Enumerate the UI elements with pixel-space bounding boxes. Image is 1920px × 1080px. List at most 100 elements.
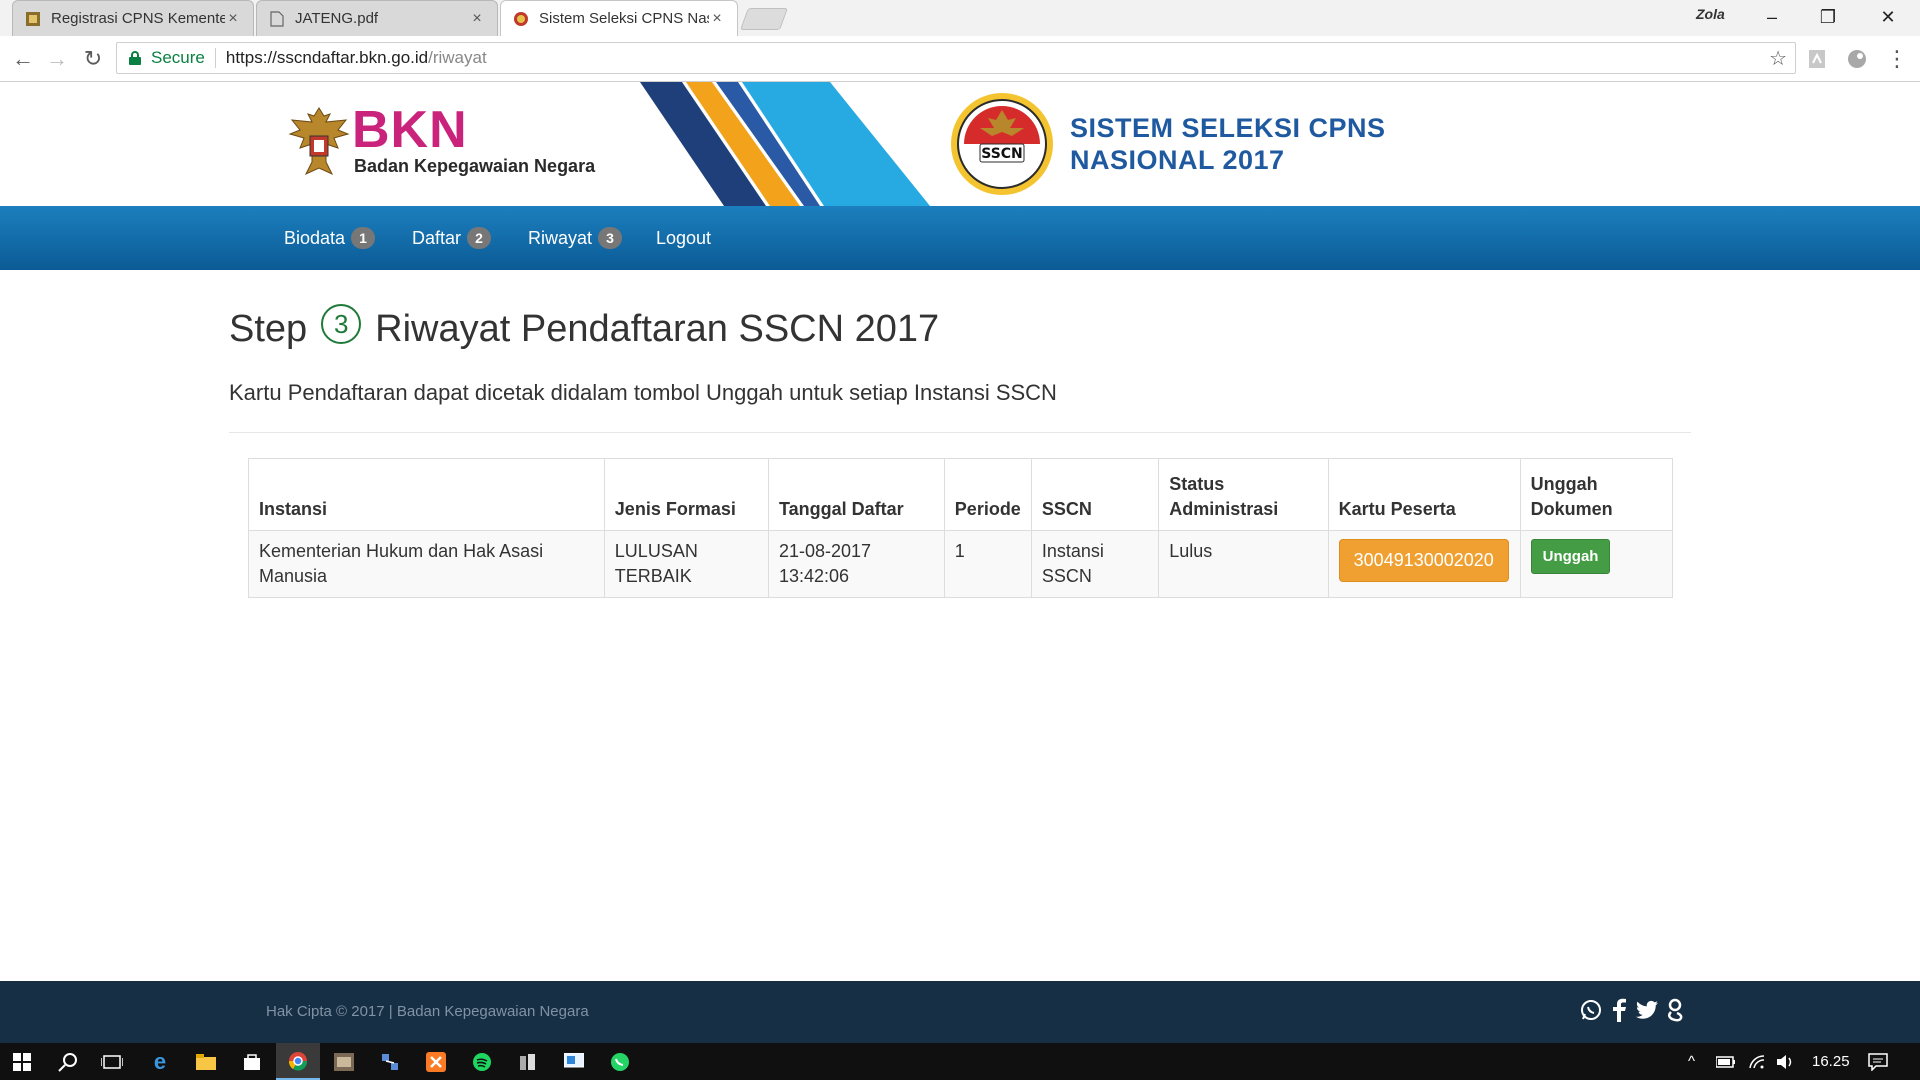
cell-sscn: Instansi SSCN bbox=[1030, 530, 1160, 598]
network-app-icon[interactable] bbox=[368, 1043, 412, 1080]
new-tab-button[interactable] bbox=[739, 8, 789, 30]
nav-item-riwayat[interactable]: Riwayat 3 bbox=[528, 206, 623, 270]
cell-tanggal-daftar: 21-08-2017 13:42:06 bbox=[767, 530, 945, 598]
app-window-icon[interactable] bbox=[322, 1043, 366, 1080]
cell-unggah: Unggah bbox=[1519, 530, 1674, 598]
forward-arrow-icon[interactable]: → bbox=[42, 44, 72, 74]
decorative-stripes-icon bbox=[640, 82, 930, 206]
tab-title: JATENG.pdf bbox=[295, 10, 379, 27]
column-header-periode: Periode bbox=[943, 458, 1032, 531]
wifi-icon[interactable] bbox=[1748, 1043, 1766, 1080]
secure-label: Secure bbox=[151, 48, 205, 67]
step-badge: 1 bbox=[351, 227, 376, 249]
tab-title: Registrasi CPNS Kementerian Hukum bbox=[51, 10, 225, 27]
task-view-icon[interactable] bbox=[90, 1043, 134, 1080]
browser-tab-sscn[interactable]: Sistem Seleksi CPNS Nasional × bbox=[500, 0, 738, 36]
page-title-text: Riwayat Pendaftaran SSCN 2017 bbox=[375, 307, 940, 350]
url-path: /riwayat bbox=[428, 48, 487, 67]
column-header-unggah-dokumen: Unggah Dokumen bbox=[1519, 458, 1674, 531]
xampp-icon[interactable] bbox=[414, 1043, 458, 1080]
pdf-extension-icon[interactable] bbox=[1806, 48, 1828, 70]
bkn-subtitle: Badan Kepegawaian Negara bbox=[354, 156, 596, 176]
site-footer: Hak Cipta © 2017 | Badan Kepegawaian Neg… bbox=[0, 981, 1920, 1043]
browser-toolbar: ← → ↻ Secure https://sscndaftar.bkn.go.i… bbox=[0, 36, 1920, 82]
column-header-sscn: SSCN bbox=[1030, 458, 1160, 531]
spotify-icon[interactable] bbox=[460, 1043, 504, 1080]
tab-close-icon[interactable]: × bbox=[469, 10, 485, 28]
column-header-kartu-peserta: Kartu Peserta bbox=[1327, 458, 1521, 531]
sscn-title-line2: NASIONAL 2017 bbox=[1070, 145, 1285, 175]
social-links bbox=[1580, 995, 1686, 1025]
cell-instansi: Kementerian Hukum dan Hak Asasi Manusia bbox=[248, 530, 605, 598]
windows-start-icon[interactable] bbox=[0, 1043, 44, 1080]
browser-tab-jateng-pdf[interactable]: JATENG.pdf × bbox=[256, 0, 498, 36]
garuda-favicon-icon bbox=[25, 11, 41, 27]
volume-icon[interactable] bbox=[1776, 1043, 1794, 1080]
nav-item-biodata[interactable]: Biodata 1 bbox=[284, 206, 376, 270]
nav-item-logout[interactable]: Logout bbox=[656, 206, 711, 270]
nav-item-label: Logout bbox=[656, 227, 712, 248]
garuda-pancasila-logo-icon bbox=[288, 107, 350, 176]
column-header-status-administrasi: Status Administrasi bbox=[1158, 458, 1329, 531]
browser-tab-registrasi[interactable]: Registrasi CPNS Kementerian Hukum × bbox=[12, 0, 254, 36]
bookmark-star-icon[interactable]: ☆ bbox=[1769, 46, 1787, 71]
tab-title: Sistem Seleksi CPNS Nasional bbox=[539, 10, 709, 27]
search-icon[interactable] bbox=[46, 1043, 90, 1080]
windows-taskbar: e ^ 16.25 bbox=[0, 1043, 1920, 1080]
file-explorer-icon[interactable] bbox=[184, 1043, 228, 1080]
facebook-icon[interactable] bbox=[1608, 995, 1630, 1025]
extension-icon[interactable] bbox=[1846, 48, 1868, 70]
unggah-button[interactable]: Unggah bbox=[1530, 539, 1611, 574]
reload-icon[interactable]: ↻ bbox=[78, 44, 108, 74]
seal-text: SSCN bbox=[981, 146, 1023, 162]
cell-periode: 1 bbox=[943, 530, 1032, 598]
app-monitor-icon[interactable] bbox=[552, 1043, 596, 1080]
browser-user-name[interactable]: Zola bbox=[1696, 6, 1725, 22]
browser-tab-strip: Registrasi CPNS Kementerian Hukum × JATE… bbox=[0, 0, 1920, 36]
copyright-text: Hak Cipta © 2017 | Badan Kepegawaian Neg… bbox=[266, 1003, 589, 1020]
back-arrow-icon[interactable]: ← bbox=[8, 44, 38, 74]
lock-icon bbox=[129, 51, 141, 65]
browser-menu-icon[interactable]: ⋮ bbox=[1886, 46, 1908, 71]
sscn-title-line1: SISTEM SELEKSI CPNS bbox=[1070, 113, 1386, 143]
google-plus-icon[interactable] bbox=[1664, 995, 1686, 1025]
twitter-icon[interactable] bbox=[1636, 995, 1658, 1025]
url-host: https://sscndaftar.bkn.go.id bbox=[225, 48, 429, 67]
nav-item-label: Riwayat bbox=[528, 227, 593, 248]
chrome-icon[interactable] bbox=[276, 1043, 320, 1080]
kartu-peserta-button[interactable]: 30049130002020 bbox=[1338, 539, 1509, 582]
system-clock[interactable]: 16.25 bbox=[1812, 1043, 1850, 1080]
tab-close-icon[interactable]: × bbox=[709, 10, 725, 28]
table-header-row: Instansi Jenis Formasi Tanggal Daftar Pe… bbox=[248, 458, 1674, 531]
sscn-title: SISTEM SELEKSI CPNS NASIONAL 2017 bbox=[1070, 112, 1386, 176]
address-bar[interactable]: Secure https://sscndaftar.bkn.go.id/riwa… bbox=[116, 42, 1796, 74]
column-header-tanggal-daftar: Tanggal Daftar bbox=[767, 458, 945, 531]
tab-close-icon[interactable]: × bbox=[225, 10, 241, 28]
show-hidden-icons-chevron-icon[interactable]: ^ bbox=[1688, 1043, 1695, 1080]
divider bbox=[229, 432, 1691, 433]
table-row: Kementerian Hukum dan Hak Asasi Manusia … bbox=[248, 530, 1674, 598]
nav-item-label: Daftar bbox=[412, 227, 462, 248]
sscn-favicon-icon bbox=[513, 11, 529, 27]
app-tool-icon[interactable] bbox=[506, 1043, 550, 1080]
sscn-seal-logo-icon: SSCN bbox=[951, 93, 1053, 195]
close-icon[interactable]: ✕ bbox=[1860, 0, 1916, 34]
nav-item-daftar[interactable]: Daftar 2 bbox=[412, 206, 492, 270]
step-word: Step bbox=[229, 307, 308, 350]
step-number-circle: 3 bbox=[321, 304, 362, 344]
cell-kartu-peserta: 30049130002020 bbox=[1327, 530, 1521, 598]
site-header: BKN Badan Kepegawaian Negara SSCN SISTEM… bbox=[0, 82, 1920, 206]
page-title: Step 3 Riwayat Pendaftaran SSCN 2017 bbox=[229, 304, 939, 354]
minimize-icon[interactable]: – bbox=[1744, 0, 1800, 34]
cell-status: Lulus bbox=[1158, 530, 1329, 598]
maximize-icon[interactable]: ❐ bbox=[1800, 0, 1856, 34]
edge-browser-icon[interactable]: e bbox=[138, 1043, 182, 1080]
cell-jenis-formasi: LULUSAN TERBAIK bbox=[603, 530, 769, 598]
registration-history-table: Instansi Jenis Formasi Tanggal Daftar Pe… bbox=[248, 458, 1674, 598]
battery-icon[interactable] bbox=[1716, 1043, 1736, 1080]
whatsapp-icon[interactable] bbox=[1580, 995, 1602, 1025]
store-icon[interactable] bbox=[230, 1043, 274, 1080]
whatsapp-taskbar-icon[interactable] bbox=[598, 1043, 642, 1080]
action-center-icon[interactable] bbox=[1868, 1043, 1888, 1080]
nav-item-label: Biodata bbox=[284, 227, 346, 248]
